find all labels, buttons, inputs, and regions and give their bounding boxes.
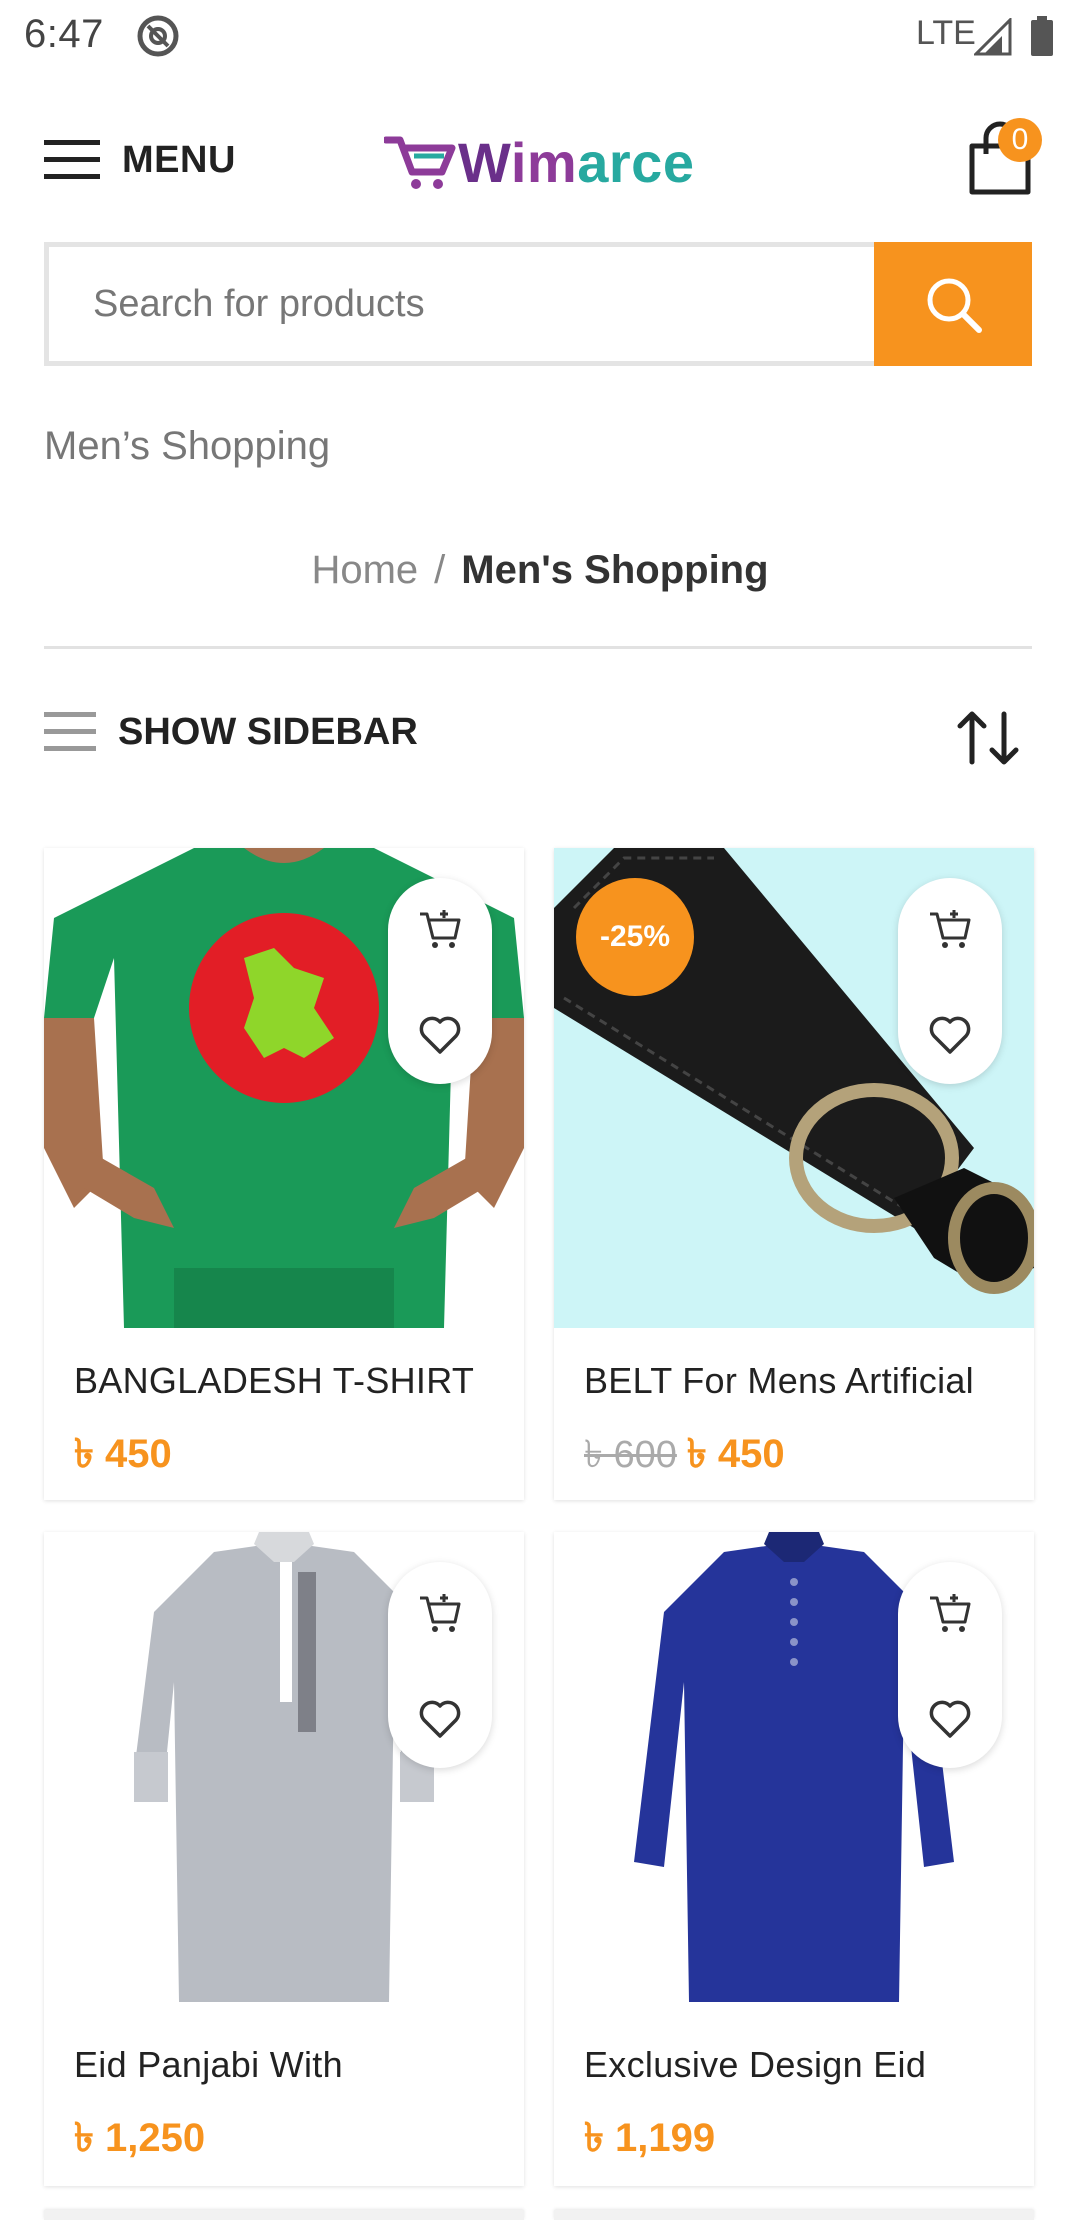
site-header: MENU Wimarce xyxy=(0,120,1080,200)
product-price: ৳ 1,250 xyxy=(74,2116,206,2160)
sidebar-label: SHOW SIDEBAR xyxy=(118,710,418,753)
heart-icon[interactable] xyxy=(928,1696,972,1740)
heart-icon[interactable] xyxy=(418,1696,462,1740)
divider xyxy=(44,646,1032,649)
search-button[interactable] xyxy=(874,242,1032,366)
product-card-partial xyxy=(554,2210,1034,2220)
product-price-group: ৳ 600 ৳ 450 xyxy=(584,1422,785,1489)
show-sidebar-button[interactable]: SHOW SIDEBAR xyxy=(44,704,418,760)
add-to-cart-icon[interactable] xyxy=(418,1592,462,1636)
breadcrumb-separator: / xyxy=(434,548,446,592)
product-card[interactable]: Eid Panjabi With ৳ 1,250 xyxy=(44,1532,524,2186)
menu-label: MENU xyxy=(122,138,236,181)
product-price: ৳ 1,199 xyxy=(584,2116,716,2160)
logo-cart-icon xyxy=(384,136,456,189)
search-icon xyxy=(927,278,982,333)
breadcrumb: Home / Men's Shopping xyxy=(0,548,1080,593)
search-input[interactable] xyxy=(44,242,874,366)
product-actions xyxy=(898,1562,1002,1768)
search-bar xyxy=(44,242,1032,366)
product-card-partial xyxy=(44,2210,524,2220)
battery-icon xyxy=(1031,16,1053,56)
product-card[interactable]: Exclusive Design Eid ৳ 1,199 xyxy=(554,1532,1034,2186)
network-label: LTE xyxy=(916,14,976,52)
cart-count-badge: 0 xyxy=(998,118,1042,162)
product-title[interactable]: Exclusive Design Eid xyxy=(584,2044,1014,2086)
sidebar-icon xyxy=(44,712,96,751)
product-title[interactable]: Eid Panjabi With xyxy=(74,2044,504,2086)
add-to-cart-icon[interactable] xyxy=(928,1592,972,1636)
product-old-price: ৳ 600 xyxy=(584,1434,677,1476)
ring-icon xyxy=(137,15,179,57)
product-card[interactable]: BANGLADESH T-SHIRT ৳ 450 xyxy=(44,848,524,1500)
product-price: ৳ 450 xyxy=(686,1432,785,1476)
product-actions xyxy=(388,1562,492,1768)
product-title[interactable]: BELT For Mens Artificial xyxy=(584,1360,1014,1402)
discount-badge: -25% xyxy=(576,878,694,996)
add-to-cart-icon[interactable] xyxy=(418,908,462,952)
product-card[interactable]: -25% BELT For Mens Artificial ৳ 600 ৳ 450 xyxy=(554,848,1034,1500)
logo-text: Wimarce xyxy=(458,130,695,194)
site-logo[interactable]: Wimarce xyxy=(384,126,694,198)
product-price: ৳ 450 xyxy=(74,1432,172,1476)
heart-icon[interactable] xyxy=(928,1012,972,1056)
breadcrumb-current: Men's Shopping xyxy=(461,548,769,592)
hamburger-icon xyxy=(44,140,100,179)
category-title: Men’s Shopping xyxy=(44,424,331,468)
product-actions xyxy=(898,878,1002,1084)
signal-icon xyxy=(974,18,1012,56)
menu-button[interactable]: MENU xyxy=(44,130,236,190)
status-time: 6:47 xyxy=(24,12,104,56)
product-title[interactable]: BANGLADESH T-SHIRT xyxy=(74,1360,504,1402)
status-bar: 6:47 LTE xyxy=(0,0,1080,72)
sort-icon[interactable] xyxy=(954,706,1022,770)
product-actions xyxy=(388,878,492,1084)
breadcrumb-home-link[interactable]: Home xyxy=(311,548,418,592)
add-to-cart-icon[interactable] xyxy=(928,908,972,952)
heart-icon[interactable] xyxy=(418,1012,462,1056)
